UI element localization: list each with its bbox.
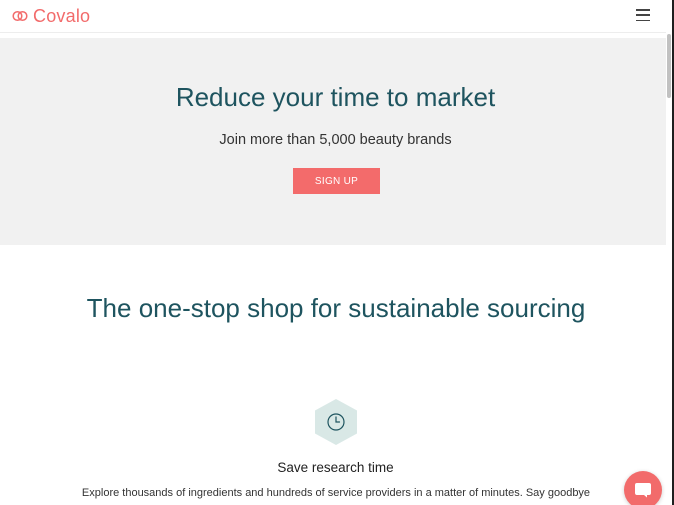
feature-description: Explore thousands of ingredients and hun…	[81, 487, 591, 499]
covalo-logo[interactable]: Covalo	[12, 6, 90, 27]
chat-icon	[635, 483, 651, 498]
brand-name: Covalo	[33, 5, 91, 26]
sign-up-button[interactable]: SIGN UP	[293, 168, 380, 194]
chat-button[interactable]	[624, 471, 662, 505]
clock-icon	[315, 399, 357, 445]
scrollbar-thumb[interactable]	[667, 34, 671, 98]
site-header: Covalo	[0, 0, 666, 33]
hero-section: Reduce your time to market Join more tha…	[0, 38, 671, 245]
hamburger-menu-icon[interactable]	[636, 9, 652, 21]
hero-title: Reduce your time to market	[175, 82, 496, 112]
section-title: The one-stop shop for sustainable sourci…	[86, 293, 586, 323]
hero-subtitle: Join more than 5,000 beauty brands	[219, 132, 452, 148]
covalo-logo-icon	[12, 10, 28, 22]
feature-title: Save research time	[277, 460, 394, 475]
page: Covalo Reduce your time to market Join m…	[0, 0, 674, 505]
